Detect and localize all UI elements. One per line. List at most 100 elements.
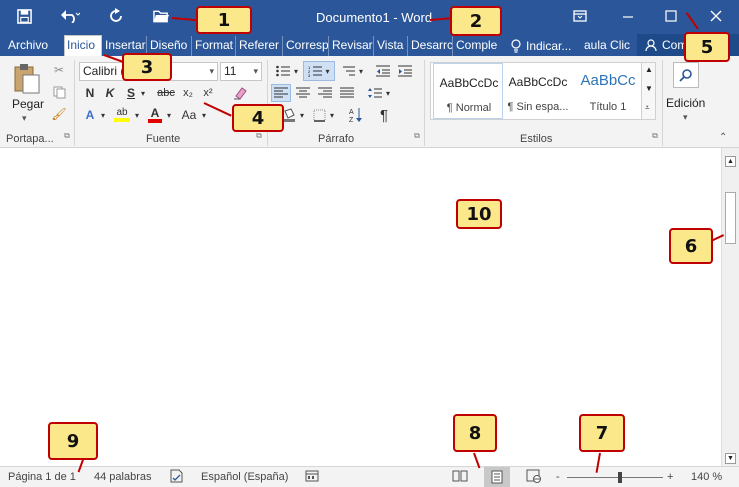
chevron-up-icon[interactable]: ▲ (645, 65, 653, 74)
tab-complementos[interactable]: Comple (454, 36, 499, 56)
font-launcher-icon[interactable]: ⧉ (254, 131, 264, 141)
tab-referencias[interactable]: Referer (237, 36, 283, 56)
document-area[interactable] (0, 148, 721, 451)
chevron-down-icon[interactable]: ▾ (200, 107, 208, 123)
line-spacing-icon[interactable] (366, 84, 384, 102)
font-size-combo[interactable]: 11 ▾ (220, 62, 262, 81)
tab-formato[interactable]: Format (193, 36, 236, 56)
minimize-icon[interactable] (614, 4, 642, 28)
subscript-button[interactable]: x₂ (180, 85, 196, 101)
chevron-down-icon[interactable]: ▼ (645, 84, 653, 93)
style-item-heading-1[interactable]: AaBbCc Título 1 (573, 63, 643, 119)
web-layout-icon[interactable] (526, 469, 542, 486)
chevron-down-icon[interactable]: ▾ (683, 112, 688, 123)
open-icon[interactable] (150, 6, 172, 26)
page-count[interactable]: Página 1 de 1 (8, 471, 76, 483)
align-left-icon[interactable] (271, 84, 291, 102)
bullets-icon[interactable] (274, 62, 292, 80)
macro-record-icon[interactable] (305, 469, 319, 486)
zoom-level[interactable]: 140 % (691, 471, 722, 483)
word-count[interactable]: 44 palabras (94, 471, 152, 483)
user-name[interactable]: aula Clic (584, 38, 630, 52)
styles-launcher-icon[interactable]: ⧉ (650, 131, 660, 141)
scroll-down-icon[interactable]: ▼ (725, 453, 736, 464)
chevron-down-icon[interactable]: ▾ (99, 107, 107, 123)
decrease-indent-icon[interactable] (374, 62, 392, 80)
zoom-slider-thumb[interactable] (617, 472, 622, 483)
cut-icon[interactable]: ✂ (50, 62, 68, 78)
chevron-down-icon: ▾ (209, 66, 214, 76)
tab-correspondencia[interactable]: Corresp (284, 36, 329, 56)
chevron-down-icon[interactable]: ▾ (357, 62, 365, 80)
more-styles-icon[interactable]: ⩡ (645, 103, 650, 113)
maximize-icon[interactable] (657, 4, 685, 28)
chevron-down-icon[interactable]: ▾ (298, 107, 306, 123)
text-effects-icon[interactable]: A (82, 107, 98, 123)
highlight-color-icon[interactable]: ab (112, 106, 132, 124)
strikethrough-button[interactable]: abc (155, 85, 177, 101)
tab-desarrollador[interactable]: Desarrc (409, 36, 453, 56)
save-icon[interactable] (14, 6, 34, 26)
borders-icon[interactable] (310, 107, 328, 123)
chevron-down-icon[interactable]: ▾ (292, 62, 300, 80)
clipboard-launcher-icon[interactable]: ⧉ (62, 131, 72, 141)
justify-icon[interactable] (338, 84, 356, 102)
callout-5: 5 (684, 32, 730, 62)
align-center-icon[interactable] (294, 84, 312, 102)
zoom-in-button[interactable]: + (667, 471, 673, 483)
redo-icon[interactable] (106, 6, 126, 26)
paste-icon[interactable] (12, 62, 42, 96)
bold-button[interactable]: N (84, 85, 96, 101)
collapse-ribbon-icon[interactable]: ⌃ (719, 132, 727, 143)
chevron-down-icon[interactable]: ▾ (165, 107, 173, 123)
sort-icon[interactable]: AZ (348, 106, 364, 124)
change-case-button[interactable]: Aa (178, 107, 200, 123)
copy-icon[interactable] (50, 84, 68, 100)
paragraph-launcher-icon[interactable]: ⧉ (412, 131, 422, 141)
tell-me-box[interactable]: Indicar... (510, 37, 571, 55)
increase-indent-icon[interactable] (396, 62, 414, 80)
tab-vista[interactable]: Vista (375, 36, 408, 56)
font-color-icon[interactable]: A (146, 106, 164, 124)
paste-label[interactable]: Pegar (12, 97, 44, 111)
proofing-icon[interactable] (170, 469, 184, 486)
style-item-normal[interactable]: AaBbCcDc ¶ Normal (433, 63, 503, 119)
zoom-slider-track[interactable] (567, 477, 663, 478)
tab-inicio[interactable]: Inicio (64, 35, 102, 56)
show-paragraph-marks-icon[interactable]: ¶ (376, 106, 392, 124)
tab-revisar[interactable]: Revisar (330, 36, 374, 56)
scroll-up-icon[interactable]: ▲ (725, 156, 736, 167)
format-painter-icon[interactable]: 🖌 (50, 106, 68, 122)
search-icon[interactable] (673, 62, 699, 88)
superscript-button[interactable]: x² (200, 85, 216, 101)
ribbon-tabs: Archivo Inicio Insertar Diseño Format Re… (0, 34, 739, 56)
language[interactable]: Español (España) (201, 471, 288, 483)
italic-button[interactable]: K (104, 85, 116, 101)
ribbon-display-icon[interactable] (566, 4, 594, 28)
read-mode-icon[interactable] (452, 469, 468, 486)
vertical-scrollbar[interactable]: ▲ ▼ (721, 148, 739, 466)
svg-text:A: A (349, 109, 354, 116)
multilevel-list-icon[interactable] (339, 62, 357, 80)
numbering-icon[interactable]: 123 ▾ (303, 61, 335, 81)
scroll-thumb[interactable] (725, 192, 736, 244)
chevron-down-icon[interactable]: ▾ (328, 107, 336, 123)
tab-archivo[interactable]: Archivo (6, 36, 56, 56)
chevron-down-icon[interactable]: ▾ (139, 85, 147, 101)
paste-dropdown-icon[interactable]: ▾ (22, 113, 27, 124)
chevron-down-icon[interactable]: ▾ (133, 107, 141, 123)
group-separator (424, 60, 425, 146)
editing-label[interactable]: Edición (666, 96, 705, 110)
paragraph-group-label: Párrafo (318, 133, 355, 145)
style-item-no-spacing[interactable]: AaBbCcDc ¶ Sin espa... (503, 63, 573, 119)
close-icon[interactable] (702, 4, 730, 28)
clear-formatting-icon[interactable] (232, 84, 248, 102)
zoom-out-button[interactable]: - (556, 471, 560, 483)
underline-button[interactable]: S (124, 85, 138, 101)
chevron-down-icon[interactable]: ▾ (384, 84, 392, 102)
print-layout-icon[interactable] (484, 467, 510, 487)
align-right-icon[interactable] (316, 84, 334, 102)
undo-icon[interactable] (58, 6, 82, 26)
style-name: Título 1 (589, 101, 627, 113)
callout-10: 10 (456, 199, 502, 229)
